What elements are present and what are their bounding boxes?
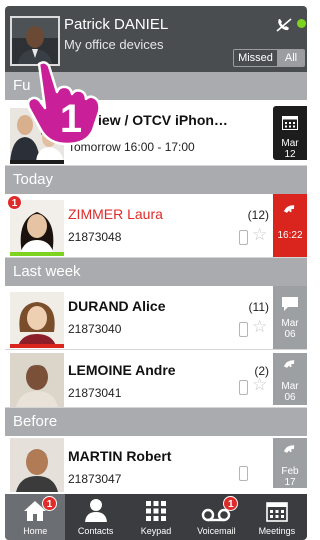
tab-home-label: Home <box>23 526 48 536</box>
call-date-month: Mar <box>281 381 299 392</box>
contact-name: MARTIN Robert <box>68 448 172 464</box>
call-date-tag[interactable]: Mar 06 <box>273 353 307 405</box>
mobile-phone-icon <box>239 322 248 337</box>
tab-home[interactable]: Home 1 <box>5 494 66 540</box>
presence-status-dot <box>297 19 306 28</box>
call-time: 16:22 <box>277 230 303 241</box>
tab-contacts-label: Contacts <box>77 526 114 536</box>
tab-keypad[interactable]: Keypad <box>126 494 186 540</box>
favorite-star-icon[interactable]: ☆ <box>252 376 267 393</box>
tab-voicemail-label: Voicemail <box>197 526 236 536</box>
tab-contacts[interactable]: Contacts <box>65 494 125 540</box>
list-item-call[interactable]: 1 ZIMMER Laura 21873048 (12) ☆ 16:22 <box>5 194 307 258</box>
contact-name: DURAND Alice <box>68 298 166 314</box>
call-date-day: 17 <box>284 477 296 488</box>
list-item-call[interactable]: DURAND Alice 21873040 (11) ☆ Mar 06 <box>5 286 307 350</box>
meetings-icon <box>266 502 288 522</box>
mobile-phone-icon <box>239 380 248 395</box>
contacts-icon <box>84 499 107 522</box>
call-date-day: 06 <box>284 392 296 403</box>
calendar-icon <box>282 116 298 130</box>
favorite-star-icon[interactable]: ☆ <box>252 226 267 243</box>
filter-missed-button[interactable]: Missed <box>234 50 278 66</box>
mobile-phone-icon <box>239 230 248 245</box>
meeting-color-bar <box>10 160 64 164</box>
tab-meetings-label: Meetings <box>258 526 296 536</box>
contact-avatar <box>10 438 64 492</box>
call-count: (12) <box>247 208 269 222</box>
phone-icon <box>283 205 295 213</box>
message-icon <box>282 297 298 311</box>
keypad-icon <box>146 501 167 521</box>
section-header-last-week: Last week <box>5 258 307 286</box>
call-date-month: Feb <box>281 466 299 477</box>
contact-number: 21873040 <box>68 322 122 336</box>
call-count: (11) <box>248 300 269 314</box>
missed-count-badge: 1 <box>7 195 22 210</box>
mobile-phone-icon <box>239 466 248 481</box>
presence-bar <box>10 252 64 256</box>
contact-number: 21873048 <box>68 230 122 244</box>
contact-name: ZIMMER Laura <box>68 206 163 222</box>
meeting-date-tag[interactable]: Mar 12 <box>273 106 307 160</box>
contact-number: 21873041 <box>68 386 122 400</box>
bottom-tab-bar: Home 1 Contacts Keypad Voicemail 1 Meeti… <box>5 494 307 540</box>
call-filter-toggle: Missed All <box>233 49 305 67</box>
tab-keypad-label: Keypad <box>140 526 172 536</box>
tab-voicemail[interactable]: Voicemail 1 <box>186 494 246 540</box>
list-item-call[interactable]: LEMOINE Andre 21873041 (2) ☆ Mar 06 <box>5 350 307 408</box>
contact-avatar <box>10 353 64 407</box>
app-frame: Patrick DANIEL My office devices Missed … <box>5 6 307 540</box>
contact-number: 21873047 <box>68 472 122 486</box>
devices-label[interactable]: My office devices <box>64 37 163 52</box>
tab-meetings[interactable]: Meetings <box>247 494 307 540</box>
list-item-call[interactable]: MARTIN Robert 21873047 Feb 17 <box>5 436 307 494</box>
phone-icon <box>283 445 295 453</box>
meeting-date-day: 12 <box>284 149 296 160</box>
contact-avatar <box>10 292 64 346</box>
phone-icon <box>283 360 295 368</box>
call-date-month: Mar <box>281 318 299 329</box>
tap-gesture-hand-overlay: 1 <box>26 61 101 146</box>
call-date-tag[interactable]: Mar 06 <box>273 286 307 349</box>
step-number: 1 <box>60 97 82 141</box>
user-name: Patrick DANIEL <box>64 16 169 33</box>
meeting-date-month: Mar <box>281 138 299 149</box>
call-forward-off-icon[interactable] <box>275 17 293 33</box>
filter-all-button[interactable]: All <box>278 50 304 66</box>
call-date-day: 06 <box>284 329 296 340</box>
presence-bar <box>10 344 64 348</box>
call-time-tag[interactable]: 16:22 <box>273 194 307 257</box>
home-badge: 1 <box>42 496 57 511</box>
section-header-today: Today <box>5 166 307 194</box>
call-date-tag[interactable]: Feb 17 <box>273 438 307 488</box>
favorite-star-icon[interactable]: ☆ <box>252 318 267 335</box>
contact-name: LEMOINE Andre <box>68 362 176 378</box>
section-header-before: Before <box>5 408 307 436</box>
